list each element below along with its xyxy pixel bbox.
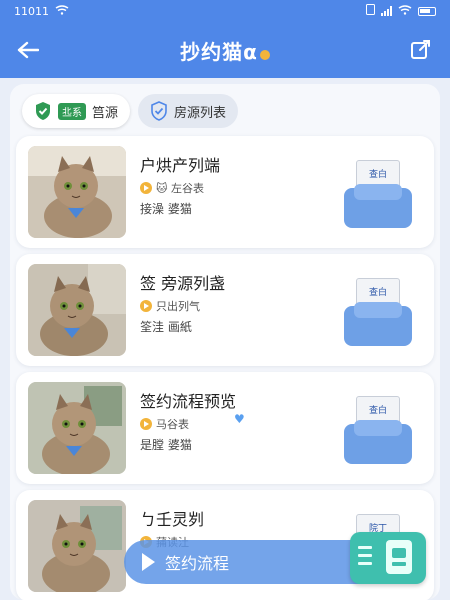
- card-meta-text: 马谷表: [156, 418, 189, 431]
- printer-icon[interactable]: 查白: [344, 396, 420, 466]
- printer-icon[interactable]: 查白: [344, 160, 420, 230]
- tab-source[interactable]: 丠系 筥源: [22, 94, 131, 128]
- card-meta-text: 只出列气: [156, 300, 200, 313]
- edit-button[interactable]: [408, 36, 434, 62]
- listing-card[interactable]: 签 旁源列盏 只出列气 筌洼 画紙 查白: [16, 254, 434, 366]
- signal-icon: [381, 6, 392, 16]
- card-subtitle: 是膛 婆猫: [140, 438, 192, 452]
- edit-icon: [411, 40, 430, 59]
- play-badge-icon: [140, 418, 152, 430]
- play-icon: [142, 553, 155, 571]
- tab-label: 筥源: [92, 105, 119, 121]
- card-meta: 🐱 左谷表: [140, 180, 204, 196]
- printer-icon[interactable]: 查白: [344, 278, 420, 348]
- scan-button[interactable]: [350, 532, 426, 584]
- sign-flow-label: 签约流程: [165, 554, 230, 573]
- card-meta: 只出列气: [140, 298, 200, 314]
- status-bar: 11011: [0, 0, 450, 22]
- card-meta: 马谷表: [140, 416, 189, 432]
- wifi-icon: [55, 4, 69, 18]
- content-panel: 丠系 筥源 房源列表 户烘产列端 🐱 左谷表 接澡 婆猫 查白 签 旁源列盏 只…: [10, 84, 440, 600]
- battery-icon: [418, 6, 436, 16]
- card-title: 签 旁源列盏: [140, 274, 226, 293]
- page-title: 抄约猫α: [180, 39, 258, 64]
- shield-check-icon: [151, 101, 167, 121]
- listing-card[interactable]: 户烘产列端 🐱 左谷表 接澡 婆猫 查白: [16, 136, 434, 248]
- card-title: 户烘产列端: [140, 156, 221, 175]
- wifi-icon: [398, 4, 412, 18]
- arrow-left-icon: [17, 41, 39, 59]
- card-subtitle: 接澡 婆猫: [140, 202, 192, 216]
- card-title: ㄅ壬灵刿: [140, 510, 205, 529]
- document-scan-icon: [358, 540, 412, 574]
- title-badge-icon: [259, 49, 270, 60]
- cat-photo: [28, 382, 126, 474]
- card-meta-text: 🐱 左谷表: [156, 182, 204, 195]
- back-button[interactable]: [14, 36, 42, 64]
- status-time: 11011: [14, 4, 49, 18]
- listing-card[interactable]: 签约流程预览 ♥ 马谷表 是膛 婆猫 查白: [16, 372, 434, 484]
- app-header: 抄约猫α: [0, 22, 450, 78]
- card-subtitle: 筌洼 画紙: [140, 320, 192, 334]
- shield-check-icon: [36, 102, 50, 120]
- tab-listing[interactable]: 房源列表: [138, 94, 239, 128]
- play-badge-icon: [140, 182, 152, 194]
- tab-label: 房源列表: [174, 105, 227, 121]
- cat-photo: [28, 264, 126, 356]
- tab-tag: 丠系: [58, 102, 86, 120]
- play-badge-icon: [140, 300, 152, 312]
- cat-photo: [28, 500, 126, 592]
- cat-photo: [28, 146, 126, 238]
- card-title: 签约流程预览: [140, 392, 237, 411]
- sim-icon: [366, 4, 375, 18]
- heart-icon: ♥: [234, 412, 245, 426]
- tab-bar: 丠系 筥源 房源列表: [22, 94, 239, 128]
